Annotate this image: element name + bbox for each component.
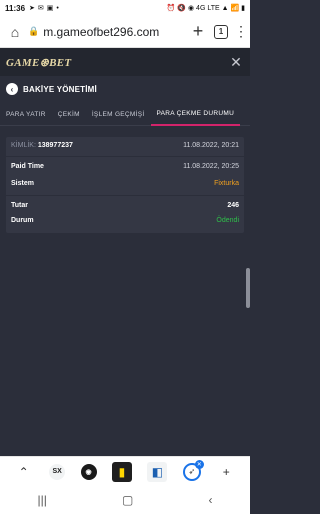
home-icon[interactable]: ⌂	[6, 24, 24, 40]
site-header: GAME⊛BET ✕	[0, 48, 250, 76]
home-circle-icon[interactable]: ▢	[122, 493, 133, 507]
divider	[6, 156, 244, 157]
messenger-icon: ✉	[37, 5, 44, 12]
record-id-row: KİMLİK: 138977237 11.08.2022, 20:21	[11, 142, 239, 149]
amount-row: Tutar 246	[11, 202, 239, 209]
status-indicators: ⏰ 🔇 ◉ 4G LTE ▲ 📶 ▮	[166, 5, 245, 12]
browser-toolbar: ⌂ 🔒 m.gameofbet296.com + 1 ⋮	[0, 16, 250, 48]
paid-time-row: Paid Time 11.08.2022, 20:25	[11, 163, 239, 170]
status-value: Ödendi	[216, 217, 239, 224]
paid-time-label: Paid Time	[11, 163, 44, 170]
system-nav-bar: ||| ▢ ‹	[0, 486, 250, 514]
close-badge-icon[interactable]: ✕	[194, 459, 204, 469]
amount-label: Tutar	[11, 202, 28, 209]
url-text[interactable]: m.gameofbet296.com	[43, 25, 159, 39]
back-button[interactable]: ‹	[6, 83, 18, 95]
system-label: Sistem	[11, 180, 34, 187]
chevron-up-icon[interactable]: ⌃	[14, 462, 34, 482]
dot-icon: •	[56, 4, 59, 12]
section-header: ‹ BAKİYE YÖNETİMİ	[0, 78, 250, 100]
id-label: KİMLİK:	[11, 142, 36, 149]
status-bar: 11:36 ➤ ✉ ▣ • ⏰ 🔇 ◉ 4G LTE ▲ 📶 ▮	[0, 0, 250, 16]
shortcut-2-icon[interactable]: ◉	[80, 463, 97, 480]
scrollbar[interactable]	[246, 268, 250, 308]
tab-bar: PARA YATIR ÇEKİM İŞLEM GEÇMİŞİ PARA ÇEKM…	[0, 104, 250, 126]
tab-switcher-button[interactable]: 1	[214, 24, 228, 39]
tab-withdraw[interactable]: ÇEKİM	[52, 104, 86, 126]
page-title: BAKİYE YÖNETİMİ	[23, 84, 97, 94]
site-logo[interactable]: GAME⊛BET	[6, 56, 71, 69]
back-icon[interactable]: ‹	[208, 493, 212, 507]
system-value: Fixturka	[214, 180, 239, 187]
created-date: 11.08.2022, 20:21	[183, 142, 239, 149]
amount-value: 246	[227, 202, 239, 209]
tab-withdrawal-status[interactable]: PARA ÇEKME DURUMU	[150, 104, 241, 126]
image-icon: ▣	[46, 5, 54, 12]
divider	[6, 195, 244, 196]
status-label: Durum	[11, 217, 34, 224]
notification-icons: ➤ ✉ ▣ •	[29, 4, 59, 13]
tab-deposit[interactable]: PARA YATIR	[0, 104, 52, 126]
tab-history[interactable]: İŞLEM GEÇMİŞİ	[86, 104, 151, 126]
more-menu-icon[interactable]: ⋮	[234, 23, 248, 40]
new-tab-icon[interactable]: +	[188, 21, 208, 42]
status-time: 11:36	[5, 3, 26, 13]
status-row: Durum Ödendi	[11, 217, 239, 224]
lock-icon[interactable]: 🔒	[28, 26, 39, 37]
withdrawal-record-card: KİMLİK: 138977237 11.08.2022, 20:21 Paid…	[6, 137, 244, 233]
arrow-icon: ➤	[29, 5, 35, 12]
shortcut-1-icon[interactable]: SX	[49, 463, 66, 480]
shortcut-3-icon[interactable]: ▮	[111, 461, 132, 482]
paid-time-value: 11.08.2022, 20:25	[183, 163, 239, 170]
address-bar[interactable]: 🔒 m.gameofbet296.com	[28, 25, 184, 39]
bottom-toolbar: ⌃ SX ◉ ▮ ◧ ➶ ✕ +	[0, 456, 250, 486]
id-value: 138977237	[37, 142, 73, 149]
add-shortcut-icon[interactable]: +	[216, 462, 236, 482]
shortcut-5-icon[interactable]: ➶ ✕	[182, 459, 204, 481]
recent-apps-icon[interactable]: |||	[38, 493, 47, 507]
close-icon[interactable]: ✕	[228, 54, 244, 71]
system-row: Sistem Fixturka	[11, 180, 239, 187]
shortcut-4-icon[interactable]: ◧	[147, 461, 168, 482]
